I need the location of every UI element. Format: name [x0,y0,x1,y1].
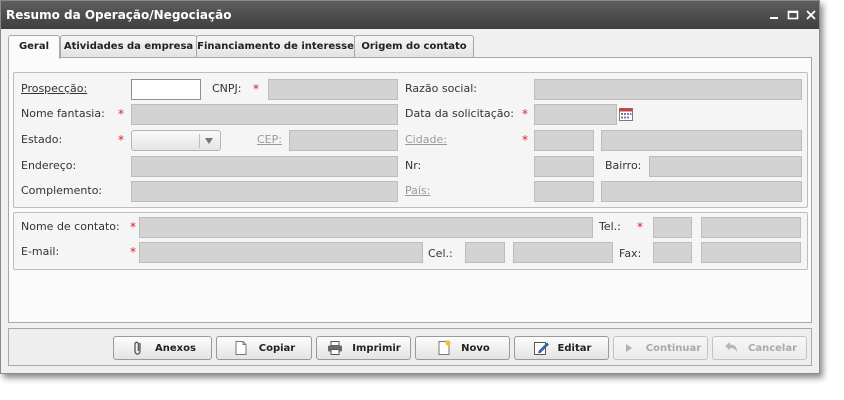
anexos-label: Anexos [155,342,196,354]
cidade-label[interactable]: Cidade: [405,133,447,147]
tab-origem-contato[interactable]: Origem do contato [354,35,474,58]
maximize-icon[interactable] [786,8,800,22]
cancelar-label: Cancelar [747,342,798,354]
novo-label: Novo [461,342,490,354]
copiar-button[interactable]: Copiar [216,336,312,360]
copiar-label: Copiar [258,342,296,354]
tab-geral[interactable]: Geral [8,35,60,59]
endereco-label: Endereço: [21,159,77,172]
data-solicitacao-required-mark: * [522,107,528,121]
imprimir-label: Imprimir [352,342,401,354]
editar-button[interactable]: Editar [514,336,609,360]
razao-social-field[interactable] [534,79,802,100]
email-required-mark: * [130,245,136,259]
nome-fantasia-field[interactable] [131,104,398,125]
minimize-icon[interactable] [767,8,781,22]
nome-contato-field[interactable] [139,217,593,238]
tel-ddd-field[interactable] [653,217,692,238]
paperclip-icon [134,341,141,355]
window-title: Resumo da Operação/Negociação [6,8,232,22]
prospeccao-field[interactable] [131,79,201,100]
data-solicitacao-label: Data da solicitação: [405,107,514,120]
estado-required-mark: * [118,133,124,147]
cidade-name-field[interactable] [601,130,802,151]
play-icon [625,344,632,352]
estado-label: Estado: [21,133,63,146]
anexos-button[interactable]: Anexos [113,336,212,360]
nome-fantasia-required-mark: * [118,107,124,121]
cel-ddd-field[interactable] [465,242,505,263]
email-label: E-mail: [21,245,60,258]
copy-icon [235,341,247,355]
nr-label: Nr: [405,159,422,172]
undo-icon [724,342,737,352]
printer-icon [328,341,343,355]
cel-label: Cel.: [428,247,453,260]
cep-label[interactable]: CEP: [257,133,282,147]
razao-social-label: Razão social: [405,82,477,95]
complemento-label: Complemento: [21,184,103,197]
nr-field[interactable] [534,156,594,177]
tel-number-field[interactable] [701,217,801,238]
cnpj-required-mark: * [253,82,259,96]
continuar-label: Continuar [645,342,702,354]
close-icon[interactable] [804,8,818,22]
estado-select[interactable] [131,130,221,151]
imprimir-button[interactable]: Imprimir [316,336,411,360]
chevron-down-icon [205,138,213,144]
calendar-icon[interactable] [619,107,633,121]
novo-button[interactable]: Novo [415,336,510,360]
cidade-required-mark: * [522,133,528,147]
edit-icon [533,342,549,355]
continuar-button[interactable]: Continuar [613,336,708,360]
nome-contato-label: Nome de contato: [21,220,120,233]
prospeccao-label[interactable]: Prospecção: [21,82,87,96]
editar-label: Editar [557,342,592,354]
complemento-field[interactable] [131,181,398,202]
tel-required-mark: * [637,220,643,234]
fax-ddd-field[interactable] [653,242,692,263]
bairro-field[interactable] [649,156,802,177]
tab-financiamento-interesse[interactable]: Financiamento de interesse [196,35,355,58]
data-solicitacao-field[interactable] [534,104,617,125]
nome-fantasia-label: Nome fantasia: [21,107,105,120]
pais-code-field[interactable] [534,181,594,202]
fax-label: Fax: [619,247,642,260]
tel-label: Tel.: [599,220,621,233]
pais-name-field[interactable] [601,181,802,202]
pais-label[interactable]: País: [405,184,430,198]
nome-contato-required-mark: * [130,220,136,234]
email-field[interactable] [139,242,423,263]
cnpj-label: CNPJ: [212,82,242,95]
cancelar-button[interactable]: Cancelar [712,336,807,360]
endereco-field[interactable] [131,156,398,177]
cep-field[interactable] [289,130,398,151]
fax-number-field[interactable] [701,242,801,263]
bairro-label: Bairro: [605,159,642,172]
title-bar[interactable]: Resumo da Operação/Negociação [1,1,819,29]
cnpj-field[interactable] [268,79,398,100]
cel-number-field[interactable] [513,242,613,263]
tab-atividades-empresa[interactable]: Atividades da empresa [60,35,197,58]
cidade-code-field[interactable] [534,130,594,151]
new-document-icon [438,340,451,355]
